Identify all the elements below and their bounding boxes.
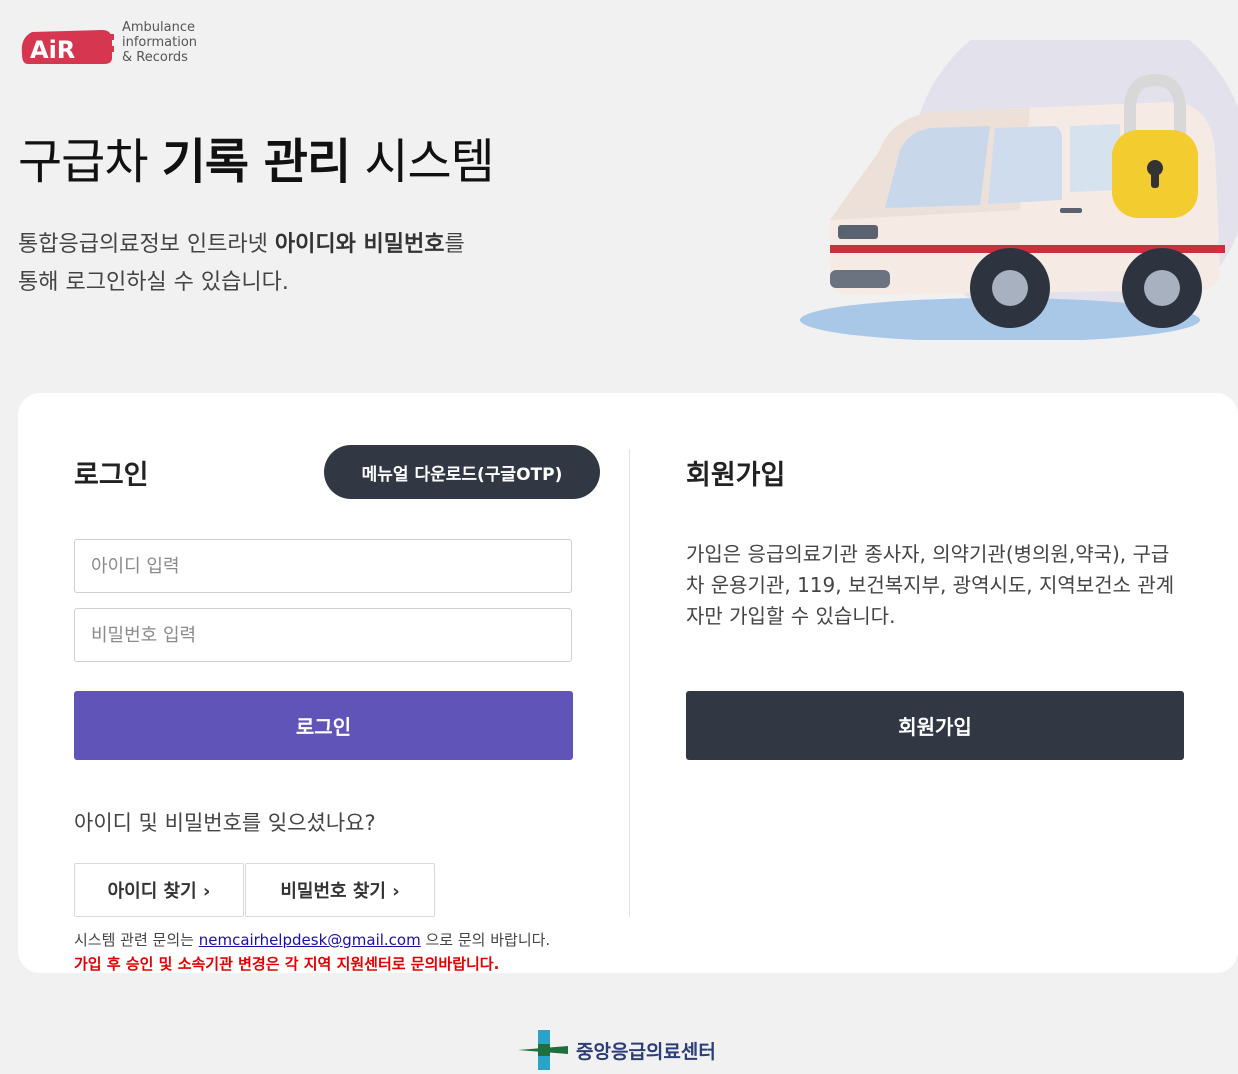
page-title: 구급차 기록 관리 시스템 [18,122,495,192]
login-card: 로그인 메뉴얼 다운로드(구글OTP) 로그인 아이디 및 비밀번호를 잊으셨나… [18,393,1238,973]
logo-line-2: information [122,35,198,50]
description-line-1: 통합응급의료정보 인트라넷 아이디와 비밀번호를 [18,226,465,264]
contact-suffix: 으로 문의 바랍니다. [420,931,551,949]
contact-info: 시스템 관련 문의는 nemcairhelpdesk@gmail.com 으로 … [74,929,550,950]
signup-button[interactable]: 회원가입 [686,691,1184,760]
logo-line-1: Ambulance [122,20,196,35]
org-cross-icon [518,1030,568,1070]
air-logo: AiR Ambulance information & Records [18,18,218,70]
title-part-2: 시스템 [350,134,494,190]
desc-plain: 통합응급의료정보 인트라넷 [18,232,275,257]
login-button[interactable]: 로그인 [74,691,573,760]
password-input[interactable] [74,608,572,662]
column-divider [629,449,630,917]
helpdesk-email-link[interactable]: nemcairhelpdesk@gmail.com [199,931,421,949]
logo-caption: Ambulance information & Records [122,20,197,65]
desc-end: 를 [444,232,465,257]
approval-notice: 가입 후 승인 및 소속기관 변경은 각 지역 지원센터로 문의바랍니다. [74,955,500,973]
svg-text:AiR: AiR [30,36,75,64]
manual-download-button[interactable]: 메뉴얼 다운로드(구글OTP) [324,445,600,499]
title-bold: 기록 관리 [161,134,351,190]
org-name: 중앙응급의료센터 [576,1040,716,1063]
find-id-button[interactable]: 아이디 찾기 › [74,863,244,917]
signup-description: 가입은 응급의료기관 종사자, 의약기관(병의원,약국), 구급차 운용기관, … [686,542,1175,628]
contact-prefix: 시스템 관련 문의는 [74,931,199,949]
id-input[interactable] [74,539,572,593]
footer-org: 중앙응급의료센터 [518,1030,716,1070]
air-logo-badge: AiR [21,30,114,64]
ambulance-lock-illustration [800,40,1238,340]
description-line-2: 통해 로그인하실 수 있습니다. [18,270,289,295]
login-title: 로그인 [74,460,149,491]
signup-title: 회원가입 [686,460,786,491]
find-password-button[interactable]: 비밀번호 찾기 › [245,863,435,917]
page-description: 통합응급의료정보 인트라넷 아이디와 비밀번호를 통해 로그인하실 수 있습니다… [18,226,465,302]
forgot-credentials-text: 아이디 및 비밀번호를 잊으셨나요? [74,811,376,835]
desc-bold: 아이디와 비밀번호 [274,232,445,257]
title-part-1: 구급차 [18,134,162,190]
logo-line-3: & Records [122,50,188,65]
